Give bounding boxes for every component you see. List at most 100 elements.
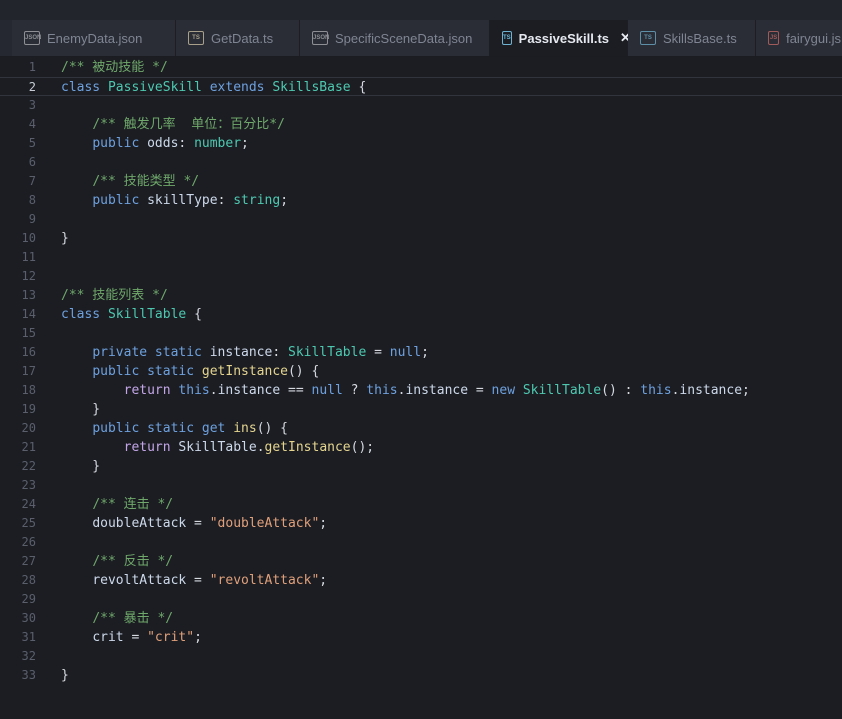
code-token: =: [123, 630, 148, 645]
code-line[interactable]: 29: [0, 590, 842, 609]
json-file-icon: JSON: [312, 31, 329, 45]
line-number: 31: [21, 630, 36, 644]
tab-passiveskill-ts[interactable]: TS PassiveSkill.ts ✕: [490, 20, 631, 56]
code-line[interactable]: 15: [0, 324, 842, 343]
line-number: 1: [28, 60, 36, 74]
code-line[interactable]: 22 }: [0, 457, 842, 476]
code-line[interactable]: 30 /** 暴击 */: [0, 609, 842, 628]
code-line[interactable]: 28 revoltAttack = "revoltAttack";: [0, 571, 842, 590]
code-line[interactable]: 21 return SkillTable.getInstance();: [0, 438, 842, 457]
line-number: 15: [21, 326, 36, 340]
code-line[interactable]: 6: [0, 153, 842, 172]
code-line[interactable]: 4 /** 触发几率 单位：百分比*/: [0, 115, 842, 134]
code-text: private static instance: SkillTable = nu…: [61, 343, 429, 362]
code-line[interactable]: 32: [0, 647, 842, 666]
code-token: extends: [209, 80, 273, 95]
code-token: public: [92, 193, 148, 208]
code-line[interactable]: 18 return this.instance == null ? this.i…: [0, 381, 842, 400]
line-number: 9: [28, 212, 36, 226]
code-token: ();: [350, 440, 375, 455]
code-line[interactable]: 24 /** 连击 */: [0, 495, 842, 514]
code-line[interactable]: 31 crit = "crit";: [0, 628, 842, 647]
line-number: 8: [28, 193, 36, 207]
code-line[interactable]: 7 /** 技能类型 */: [0, 172, 842, 191]
tab-skillsbase-ts[interactable]: TS SkillsBase.ts: [628, 20, 756, 56]
code-text: public skillType: string;: [61, 191, 288, 210]
code-line[interactable]: 33}: [0, 666, 842, 685]
code-token: /** 暴击 */: [92, 611, 174, 626]
code-line[interactable]: 20 public static get ins() {: [0, 419, 842, 438]
code-line[interactable]: 23: [0, 476, 842, 495]
code-token: =: [468, 383, 492, 398]
code-line[interactable]: 17 public static getInstance() {: [0, 362, 842, 381]
tab-specificscenedata-json[interactable]: JSON SpecificSceneData.json: [300, 20, 490, 56]
code-token: ;: [241, 136, 249, 151]
code-text: }: [61, 400, 100, 419]
code-line[interactable]: 9: [0, 210, 842, 229]
code-text: class SkillTable {: [61, 305, 202, 324]
code-token: skillType: [147, 193, 218, 208]
code-token: ins: [233, 421, 257, 436]
tab-getdata-ts[interactable]: TS GetData.ts: [176, 20, 300, 56]
line-number: 10: [21, 231, 36, 245]
code-token: /** 反击 */: [92, 554, 174, 569]
code-text: revoltAttack = "revoltAttack";: [61, 571, 327, 590]
line-number: 4: [28, 117, 36, 131]
code-token: /** 触发几率 单位：百分比*/: [92, 117, 285, 132]
code-token: :: [217, 193, 234, 208]
code-token: }: [61, 668, 69, 683]
code-token: =: [186, 516, 210, 531]
code-token: =: [366, 345, 390, 360]
code-line[interactable]: 3: [0, 96, 842, 115]
code-token: public static: [92, 364, 202, 379]
line-number: 24: [21, 497, 36, 511]
code-line[interactable]: 27 /** 反击 */: [0, 552, 842, 571]
code-token: revoltAttack: [92, 573, 187, 588]
code-line[interactable]: 1 /** 被动技能 */: [0, 58, 842, 77]
line-number: 17: [21, 364, 36, 378]
code-line[interactable]: 16 private static instance: SkillTable =…: [0, 343, 842, 362]
code-token: ;: [319, 516, 328, 531]
code-token: return: [123, 383, 179, 398]
code-token: ?: [342, 383, 367, 398]
code-line[interactable]: 13 /** 技能列表 */: [0, 286, 842, 305]
line-number: 30: [21, 611, 36, 625]
code-line[interactable]: 5 public odds: number;: [0, 134, 842, 153]
ts-file-icon: TS: [640, 31, 656, 45]
code-token: PassiveSkill: [107, 80, 210, 95]
code-line[interactable]: 19 }: [0, 400, 842, 419]
line-number: 21: [21, 440, 36, 454]
code-line[interactable]: 26: [0, 533, 842, 552]
code-line[interactable]: 12: [0, 267, 842, 286]
tab-label: fairygui.js: [786, 30, 841, 46]
tab-fairygui-js[interactable]: JS fairygui.js: [756, 20, 842, 56]
code-line[interactable]: 11: [0, 248, 842, 267]
code-token: instance: [679, 383, 743, 398]
code-token: ;: [194, 630, 202, 645]
code-token: ;: [280, 193, 289, 208]
code-token: SkillsBase: [272, 80, 359, 95]
code-editor[interactable]: 1 /** 被动技能 */ 2 class PassiveSkill extends …: [0, 57, 842, 719]
code-token: public static get: [92, 421, 234, 436]
code-token: instance: [217, 383, 281, 398]
code-token: this: [640, 383, 672, 398]
code-line[interactable]: 2 class PassiveSkill extends SkillsBase {: [0, 77, 842, 96]
code-line[interactable]: 8 public skillType: string;: [0, 191, 842, 210]
code-text: public static getInstance() {: [61, 362, 319, 381]
code-text: public odds: number;: [61, 134, 249, 153]
tab-enemydata-json[interactable]: JSON EnemyData.json: [12, 20, 176, 56]
code-token: ==: [280, 383, 312, 398]
code-line[interactable]: 10}: [0, 229, 842, 248]
code-line[interactable]: 25 doubleAttack = "doubleAttack";: [0, 514, 842, 533]
code-token: class: [61, 80, 108, 95]
code-line[interactable]: 14 class SkillTable {: [0, 305, 842, 324]
